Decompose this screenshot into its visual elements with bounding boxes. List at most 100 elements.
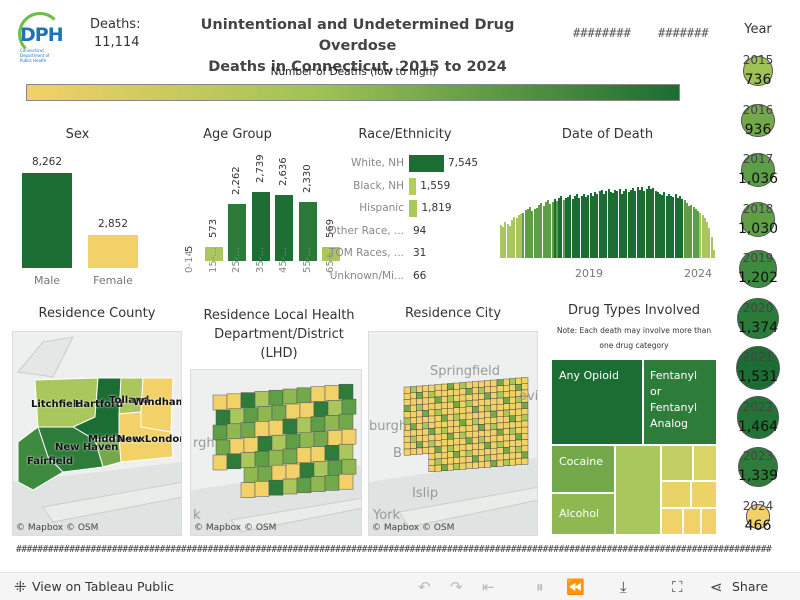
city-town-40[interactable]	[403, 399, 411, 406]
city-town-183[interactable]	[422, 441, 429, 448]
city-town-204[interactable]	[428, 446, 436, 454]
city-town-171[interactable]	[471, 430, 479, 438]
city-town-105[interactable]	[434, 415, 442, 422]
city-town-152[interactable]	[478, 424, 485, 431]
lhd-district-23[interactable]	[254, 421, 270, 437]
city-town-33[interactable]	[484, 386, 491, 394]
city-town-49[interactable]	[459, 394, 467, 402]
city-town-154[interactable]	[490, 423, 498, 430]
city-town-101[interactable]	[410, 417, 417, 424]
city-town-244[interactable]	[478, 455, 485, 462]
lhd-district-35[interactable]	[285, 433, 301, 450]
lhd-district-4[interactable]	[268, 389, 284, 406]
city-town-123[interactable]	[422, 422, 429, 430]
city-town-108[interactable]	[453, 413, 460, 421]
city-town-178[interactable]	[515, 427, 523, 434]
city-town-136[interactable]	[502, 415, 510, 423]
city-town-193[interactable]	[484, 436, 491, 443]
city-town-250[interactable]	[515, 452, 523, 459]
city-town-94[interactable]	[490, 404, 498, 412]
city-town-199[interactable]	[521, 433, 529, 440]
city-town-211[interactable]	[471, 443, 479, 450]
lhd-district-19[interactable]	[341, 398, 357, 415]
city-town-63[interactable]	[422, 403, 429, 411]
city-town-0[interactable]	[403, 386, 411, 394]
city-town-214[interactable]	[490, 441, 498, 449]
city-town-93[interactable]	[484, 405, 491, 412]
lhd-district-16[interactable]	[299, 402, 315, 419]
city-town-54[interactable]	[490, 392, 498, 399]
city-town-111[interactable]	[471, 412, 479, 419]
city-town-77[interactable]	[509, 396, 516, 404]
city-town-237[interactable]	[434, 458, 442, 466]
lhd-district-26[interactable]	[296, 417, 312, 434]
city-town-207[interactable]	[447, 445, 454, 452]
city-town-170[interactable]	[465, 431, 473, 438]
lhd-district-28[interactable]	[324, 415, 340, 431]
city-town-21[interactable]	[410, 392, 417, 400]
city-town-254[interactable]	[440, 464, 448, 472]
lhd-district-63[interactable]	[310, 476, 326, 492]
city-town-50[interactable]	[465, 394, 473, 401]
lhd-district-11[interactable]	[229, 408, 245, 425]
city-town-115[interactable]	[496, 410, 504, 417]
city-town-175[interactable]	[496, 428, 504, 436]
treemap-any-opioid[interactable]: Any Opioid	[551, 359, 643, 445]
city-town-57[interactable]	[509, 390, 516, 398]
city-town-255[interactable]	[447, 463, 454, 471]
city-town-156[interactable]	[502, 422, 510, 429]
city-town-97[interactable]	[509, 403, 516, 410]
lhd-district-12[interactable]	[243, 407, 259, 423]
city-town-42[interactable]	[416, 398, 423, 405]
revert-icon[interactable]: ⇤	[482, 578, 495, 596]
lhd-district-65[interactable]	[338, 473, 354, 490]
city-town-144[interactable]	[428, 428, 436, 435]
lhd-district-21[interactable]	[226, 423, 242, 440]
city-town-91[interactable]	[471, 406, 479, 413]
lhd-district-40[interactable]	[212, 454, 228, 471]
city-town-23[interactable]	[422, 391, 429, 399]
city-town-95[interactable]	[496, 404, 504, 411]
city-town-60[interactable]	[403, 405, 411, 412]
city-town-187[interactable]	[447, 439, 454, 446]
city-town-86[interactable]	[440, 408, 448, 416]
city-town-251[interactable]	[521, 451, 529, 459]
city-town-149[interactable]	[459, 425, 467, 433]
city-town-219[interactable]	[521, 439, 529, 446]
city-town-106[interactable]	[440, 414, 448, 422]
city-town-227[interactable]	[471, 449, 479, 457]
city-town-132[interactable]	[478, 417, 485, 425]
city-town-246[interactable]	[490, 454, 498, 461]
city-town-186[interactable]	[440, 439, 448, 447]
city-town-225[interactable]	[459, 450, 467, 458]
city-town-173[interactable]	[484, 429, 491, 437]
city-town-176[interactable]	[502, 428, 510, 435]
city-town-96[interactable]	[502, 403, 510, 411]
city-town-31[interactable]	[471, 387, 479, 395]
city-town-262[interactable]	[490, 460, 498, 468]
city-town-157[interactable]	[509, 421, 516, 429]
city-town-103[interactable]	[422, 416, 429, 423]
lhd-district-36[interactable]	[299, 432, 315, 449]
city-town-226[interactable]	[465, 449, 473, 457]
city-town-243[interactable]	[471, 455, 479, 463]
city-town-37[interactable]	[509, 384, 516, 392]
city-town-36[interactable]	[502, 385, 510, 392]
city-town-265[interactable]	[509, 458, 516, 466]
city-town-1[interactable]	[410, 386, 417, 393]
lhd-district-10[interactable]	[215, 409, 231, 426]
city-town-114[interactable]	[490, 410, 498, 418]
city-town-81[interactable]	[410, 411, 417, 418]
lhd-district-25[interactable]	[282, 418, 298, 435]
city-town-232[interactable]	[502, 446, 510, 454]
city-town-65[interactable]	[434, 402, 442, 410]
city-town-253[interactable]	[434, 464, 442, 472]
city-town-198[interactable]	[515, 433, 523, 441]
city-town-48[interactable]	[453, 395, 460, 402]
lhd-district-3[interactable]	[254, 391, 270, 407]
city-town-223[interactable]	[447, 451, 454, 459]
city-town-24[interactable]	[428, 391, 436, 398]
city-town-131[interactable]	[471, 418, 479, 426]
city-town-9[interactable]	[459, 382, 467, 389]
city-town-267[interactable]	[521, 457, 529, 465]
